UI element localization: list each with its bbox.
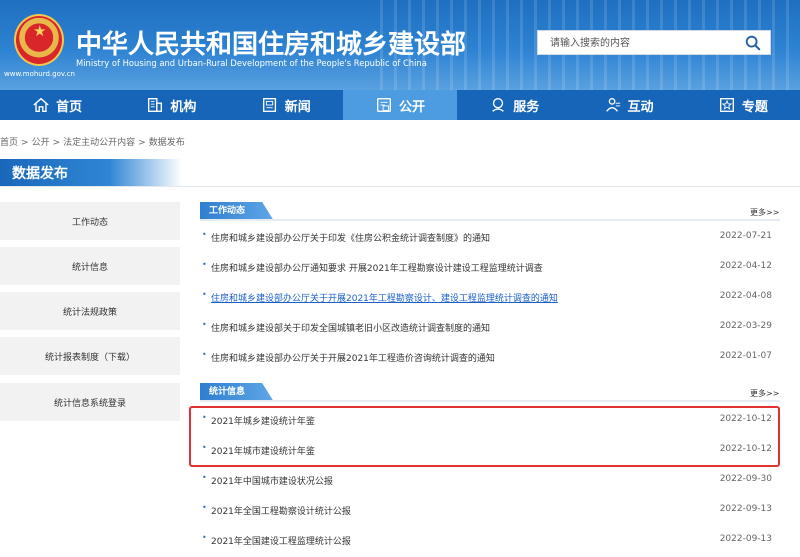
- interaction-icon: [604, 96, 622, 114]
- nav-item-news[interactable]: 新闻: [229, 90, 343, 120]
- sidebar-item-report-download[interactable]: 统计报表制度（下载）: [0, 337, 180, 375]
- news-title-link[interactable]: 住房和城乡建设部办公厅关于印发《住房公积金统计调查制度》的通知: [211, 231, 490, 244]
- main-nav: 首页 机构 新闻 公开 服务 互动 专题: [0, 90, 800, 120]
- nav-label: 新闻: [285, 96, 311, 115]
- news-date: 2022-07-21: [720, 231, 772, 241]
- nav-label: 公开: [399, 96, 425, 115]
- divider: [200, 400, 780, 402]
- sidebar-item-system-login[interactable]: 统计信息系统登录: [0, 383, 180, 421]
- site-title[interactable]: 中华人民共和国住房和城乡建设部: [76, 24, 466, 61]
- nav-item-topics[interactable]: 专题: [686, 90, 800, 120]
- home-icon: [32, 96, 50, 114]
- news-date: 2022-03-29: [720, 321, 772, 331]
- list-item: • 2021年全国建设工程监理统计公报 2022-09-13: [200, 532, 772, 548]
- site-header: ★ www.mohurd.gov.cn 中华人民共和国住房和城乡建设部 Mini…: [0, 0, 800, 90]
- stats-title-link[interactable]: 2021年全国工程勘察设计统计公报: [211, 504, 351, 517]
- list-item: • 2021年全国工程勘察设计统计公报 2022-09-13: [200, 502, 772, 518]
- star-icon: [718, 96, 736, 114]
- nav-item-home[interactable]: 首页: [0, 90, 114, 120]
- breadcrumb: 首页>公开>法定主动公开内容>数据发布: [0, 135, 185, 148]
- news-title-link[interactable]: 住房和城乡建设部关于印发全国城镇老旧小区改造统计调查制度的通知: [211, 321, 490, 334]
- nav-label: 互动: [628, 96, 654, 115]
- breadcrumb-public[interactable]: 公开: [32, 138, 50, 148]
- sidebar-item-stats-regulations[interactable]: 统计法规政策: [0, 292, 180, 330]
- service-icon: [489, 96, 507, 114]
- document-icon: [375, 96, 393, 114]
- news-title-link[interactable]: 住房和城乡建设部办公厅通知要求 开展2021年工程勘察设计建设工程监理统计调查: [211, 261, 543, 274]
- nav-label: 首页: [56, 96, 82, 115]
- more-link-stats-info[interactable]: 更多>>: [750, 388, 779, 399]
- nav-item-organization[interactable]: 机构: [114, 90, 228, 120]
- stats-title-link[interactable]: 2021年全国建设工程监理统计公报: [211, 534, 351, 547]
- list-item: • 住房和城乡建设部办公厅关于开展2021年工程勘察设计、建设工程监理统计调查的…: [200, 289, 772, 305]
- nav-label: 服务: [513, 96, 539, 115]
- stats-title-link[interactable]: 2021年中国城市建设状况公报: [211, 474, 333, 487]
- breadcrumb-legal-content[interactable]: 法定主动公开内容: [63, 138, 135, 148]
- list-item: • 住房和城乡建设部关于印发全国城镇老旧小区改造统计调查制度的通知 2022-0…: [200, 319, 772, 335]
- news-title-link[interactable]: 住房和城乡建设部办公厅关于开展2021年工程勘察设计、建设工程监理统计调查的通知: [211, 291, 558, 304]
- news-icon: [261, 96, 279, 114]
- building-icon: [146, 96, 164, 114]
- search-box: [537, 30, 771, 55]
- list-item: • 住房和城乡建设部办公厅关于印发《住房公积金统计调查制度》的通知 2022-0…: [200, 229, 772, 245]
- page-title: 数据发布: [0, 159, 182, 187]
- search-icon[interactable]: [744, 34, 762, 52]
- list-item: • 住房和城乡建设部办公厅通知要求 开展2021年工程勘察设计建设工程监理统计调…: [200, 259, 772, 275]
- national-emblem-logo[interactable]: ★: [14, 14, 64, 66]
- divider: [0, 186, 800, 187]
- list-item: • 2021年中国城市建设状况公报 2022-09-30: [200, 472, 772, 488]
- site-url: www.mohurd.gov.cn: [4, 70, 75, 78]
- breadcrumb-current: 数据发布: [149, 138, 185, 148]
- news-date: 2022-04-08: [720, 291, 772, 301]
- sidebar-item-stats-info[interactable]: 统计信息: [0, 247, 180, 285]
- news-date: 2022-01-07: [720, 351, 772, 361]
- nav-item-public[interactable]: 公开: [343, 90, 457, 120]
- sidebar-item-work-news[interactable]: 工作动态: [0, 202, 180, 240]
- search-input[interactable]: [538, 32, 728, 55]
- site-subtitle: Ministry of Housing and Urban-Rural Deve…: [76, 58, 427, 68]
- divider: [200, 219, 780, 221]
- stats-date: 2022-09-13: [720, 534, 772, 544]
- more-link-work-news[interactable]: 更多>>: [750, 207, 779, 218]
- nav-item-interaction[interactable]: 互动: [571, 90, 685, 120]
- stats-date: 2022-09-30: [720, 474, 772, 484]
- news-date: 2022-04-12: [720, 261, 772, 271]
- nav-item-service[interactable]: 服务: [457, 90, 571, 120]
- nav-label: 专题: [742, 96, 768, 115]
- news-title-link[interactable]: 住房和城乡建设部办公厅关于开展2021年工程造价咨询统计调查的通知: [211, 351, 495, 364]
- list-item: • 住房和城乡建设部办公厅关于开展2021年工程造价咨询统计调查的通知 2022…: [200, 349, 772, 365]
- breadcrumb-home[interactable]: 首页: [0, 138, 18, 148]
- nav-label: 机构: [170, 96, 196, 115]
- stats-date: 2022-09-13: [720, 504, 772, 514]
- highlight-box: [189, 406, 780, 467]
